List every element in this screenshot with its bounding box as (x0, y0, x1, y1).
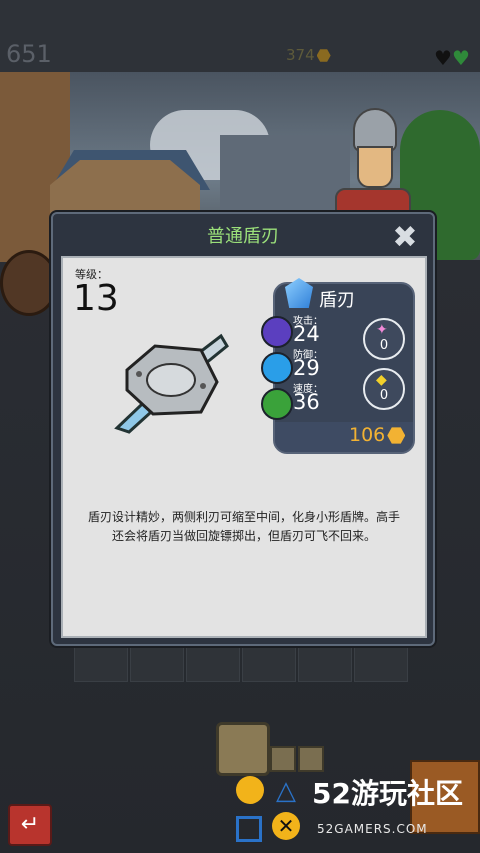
stats-card: 盾刃 攻击： 24 防御： 29 速度： 36 ✦ 0 ◆ 0 106 (261, 278, 415, 454)
lives-hearts: ♥♥ (434, 46, 470, 70)
pink-gem-count: 0 (379, 338, 389, 353)
yellow-gem-socket[interactable]: ◆ 0 (363, 368, 405, 410)
pink-gem-socket[interactable]: ✦ 0 (363, 318, 405, 360)
wagon-wheel (0, 250, 58, 316)
blue-crystal-icon (285, 278, 313, 308)
pink-star-gem-icon: ✦ (376, 322, 388, 338)
gold-counter: 374 (286, 46, 331, 64)
inventory-slot[interactable] (242, 642, 296, 682)
back-arrow-icon: ↵ (20, 812, 40, 837)
item-name: 盾刃 (319, 290, 355, 311)
triangle-button-icon: △ (276, 776, 296, 806)
price-row: 106 (275, 422, 413, 452)
hud-bar (0, 0, 480, 72)
item-description: 盾刃设计精妙，两侧利刃可缩至中间，化身小形盾牌。高手还会将盾刃当做回旋镖掷出，但… (87, 510, 400, 543)
speed-chevron-icon (261, 388, 293, 420)
close-button[interactable]: ✖ (389, 222, 421, 254)
speed-value: 36 (293, 390, 320, 414)
watermark-logo: △ ✕ 52游玩社区 52GAMERS.COM (232, 772, 480, 842)
watermark-title: 52游玩社区 (312, 777, 463, 810)
circle-button-icon (236, 776, 264, 804)
small-slot-button[interactable] (270, 746, 296, 772)
inventory-slot[interactable] (298, 642, 352, 682)
inventory-slot[interactable] (186, 642, 240, 682)
cross-button-icon: ✕ (272, 812, 300, 840)
knight-face (357, 146, 393, 188)
defense-shield-icon (261, 352, 293, 384)
yellow-diamond-gem-icon: ◆ (376, 372, 387, 388)
item-price: 106 (349, 424, 406, 446)
broken-heart-icon: ♥ (434, 46, 452, 70)
score-counter: 651 (6, 40, 52, 68)
dialog-title: 普通盾刃 (207, 226, 279, 247)
defense-value: 29 (293, 356, 320, 380)
heart-icon: ♥ (451, 46, 470, 70)
price-value: 106 (349, 424, 386, 446)
level-value: 13 (73, 278, 119, 319)
inventory-slot[interactable] (130, 642, 184, 682)
item-detail-panel: 等级： 13 盾刃 攻击： 24 防御： 29 速度： 36 ✦ 0 ◆ 0 1… (61, 256, 427, 638)
small-slot-button[interactable] (298, 746, 324, 772)
attack-star-icon (261, 316, 293, 348)
square-button-icon (236, 816, 262, 842)
back-button[interactable]: ↵ (8, 804, 52, 846)
equip-slot-button[interactable] (216, 722, 270, 776)
gold-coin-icon (387, 427, 406, 444)
shield-blade-icon (114, 333, 229, 434)
item-detail-dialog: 普通盾刃 ✖ 等级： 13 盾刃 攻击： 24 防御： 29 速度： 36 ✦ (51, 212, 435, 646)
inventory-slot[interactable] (354, 642, 408, 682)
gold-amount: 374 (286, 46, 315, 64)
close-x-icon: ✖ (392, 220, 418, 255)
gold-coin-icon (316, 49, 331, 62)
yellow-gem-count: 0 (379, 388, 389, 403)
attack-value: 24 (293, 322, 320, 346)
watermark-subtitle: 52GAMERS.COM (317, 822, 428, 836)
inventory-slot[interactable] (74, 642, 128, 682)
